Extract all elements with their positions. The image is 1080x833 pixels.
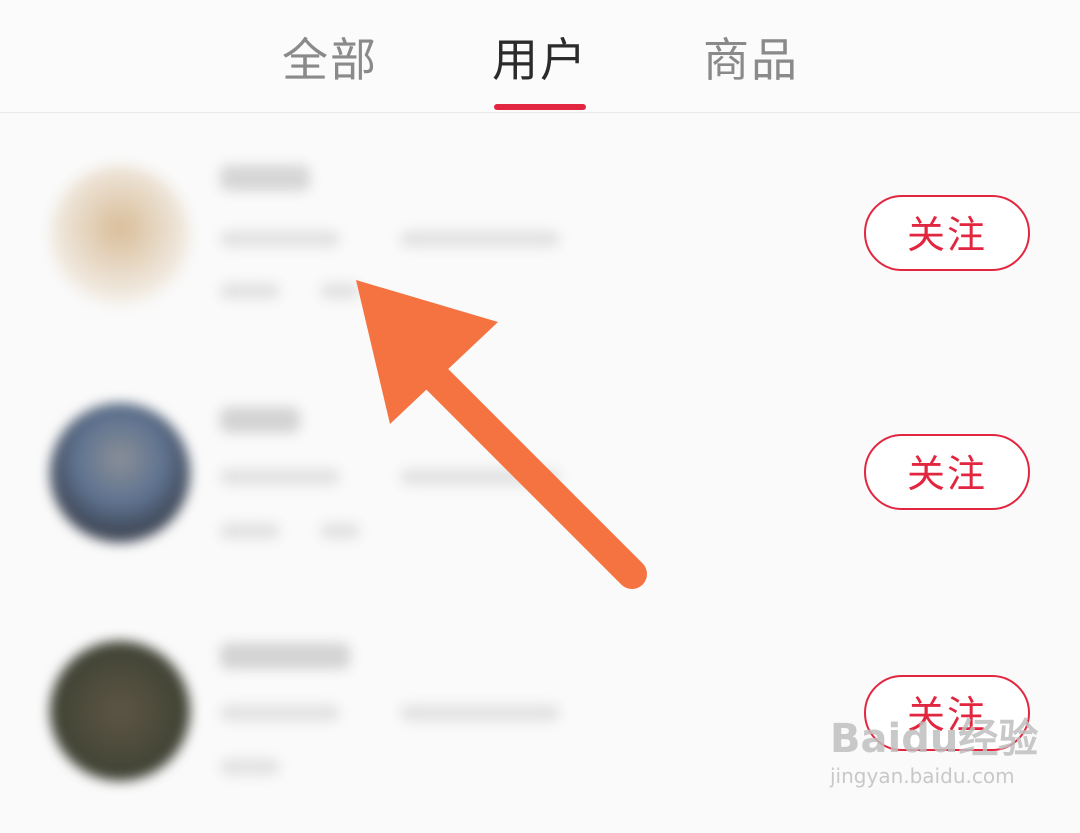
user-stats-blurred [220, 523, 280, 539]
username-blurred [220, 407, 300, 433]
follow-button[interactable]: 关注 [864, 195, 1030, 271]
user-stats-blurred [220, 283, 280, 299]
user-info-blurred [220, 469, 340, 485]
tab-products[interactable]: 商品 [703, 30, 799, 90]
tab-users[interactable]: 用户 [492, 30, 588, 90]
user-info-blurred [220, 231, 340, 247]
user-stats-blurred [220, 759, 280, 775]
user-info-blurred [220, 705, 340, 721]
watermark-logo: Baidu经验 [830, 716, 1039, 762]
user-info-blurred [400, 469, 560, 485]
tab-bar: 全部 用户 商品 [0, 0, 1080, 113]
user-stats-blurred [320, 523, 360, 539]
list-item[interactable]: 关注 [0, 353, 1080, 593]
avatar[interactable] [50, 403, 190, 543]
username-blurred [220, 643, 350, 669]
user-info-blurred [400, 231, 560, 247]
avatar[interactable] [50, 641, 190, 781]
active-tab-indicator [494, 104, 586, 110]
follow-button[interactable]: 关注 [864, 434, 1030, 510]
watermark-url: jingyan.baidu.com [830, 764, 1015, 788]
avatar[interactable] [50, 165, 190, 305]
list-item[interactable]: 关注 [0, 113, 1080, 353]
tab-all[interactable]: 全部 [282, 30, 378, 90]
username-blurred [220, 165, 310, 191]
watermark: Baidu经验 jingyan.baidu.com [830, 706, 1060, 796]
user-info-blurred [400, 705, 560, 721]
user-stats-blurred [320, 283, 360, 299]
